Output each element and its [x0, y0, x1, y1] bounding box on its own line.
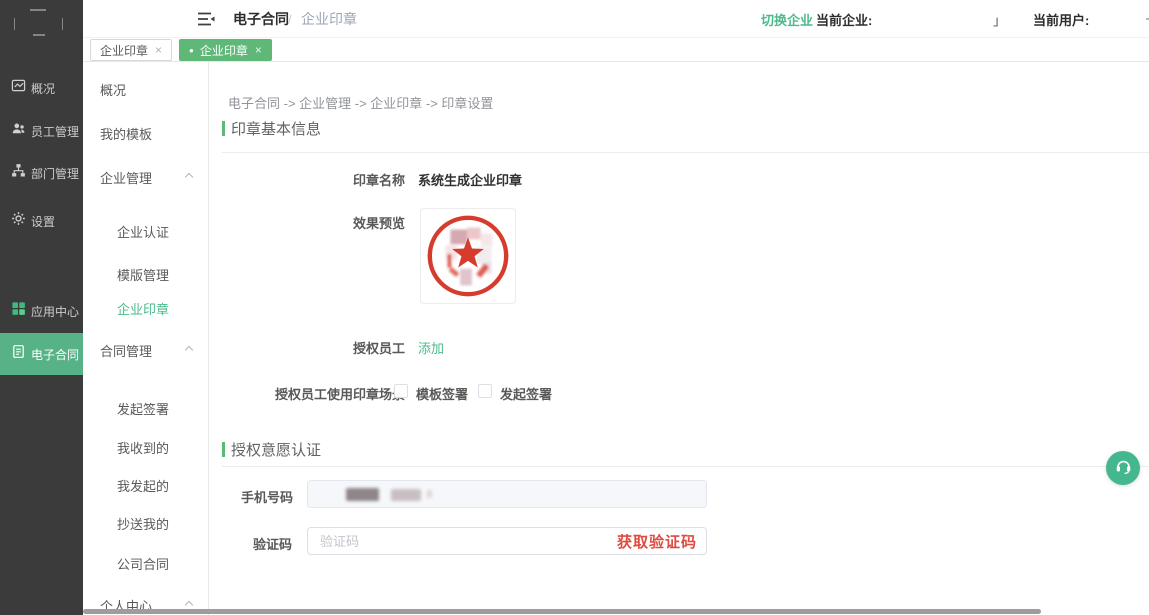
seal-preview-image	[420, 208, 516, 304]
active-tab-dot-icon: ●	[189, 46, 194, 55]
redacted-phone-value	[346, 488, 379, 501]
submenu-received[interactable]: 我收到的	[83, 438, 208, 456]
grid-icon	[11, 301, 26, 321]
switch-company-link[interactable]: 切换企业	[761, 0, 813, 38]
submenu-company-contracts[interactable]: 公司合同	[83, 554, 208, 572]
checkbox-initiate-sign[interactable]	[478, 384, 492, 398]
sidebar-item-department-management[interactable]: 部门管理	[0, 163, 83, 183]
redacted-phone-value	[427, 490, 432, 498]
section-title-seal-info: 印章基本信息	[231, 118, 321, 139]
breadcrumb-separator: /	[288, 0, 292, 38]
submenu-enterprise-management[interactable]: 企业管理	[83, 168, 208, 186]
company-seal-graphic	[421, 209, 515, 303]
breadcrumb-current-page: 企业印章	[301, 0, 357, 38]
verification-code-input[interactable]	[308, 534, 617, 549]
submenu-contract-management[interactable]: 合同管理	[83, 341, 208, 359]
section-divider	[222, 466, 1149, 467]
tab-bar: 企业印章 × ● 企业印章 ×	[83, 38, 1149, 62]
org-tree-icon	[11, 163, 26, 183]
phone-label: 手机号码	[230, 487, 293, 506]
header-app-title: 电子合同	[233, 0, 289, 38]
document-icon	[11, 344, 26, 364]
submenu-enterprise-auth[interactable]: 企业认证	[83, 222, 208, 240]
current-company-label: 当前企业:	[816, 0, 872, 38]
chevron-up-icon	[185, 601, 193, 609]
seal-scene-label: 授权员工使用印章场景	[230, 384, 405, 403]
photo-chart-icon	[11, 78, 26, 98]
seal-name-value: 系统生成企业印章	[418, 170, 522, 189]
section-divider	[222, 152, 1149, 153]
sidebar-item-staff-management[interactable]: 员工管理	[0, 121, 83, 141]
current-user-label: 当前用户:	[1033, 0, 1089, 38]
sidebar-item-e-contract[interactable]: 电子合同	[0, 333, 83, 375]
checkbox-initiate-sign-label[interactable]: 发起签署	[500, 384, 552, 403]
chevron-up-icon	[185, 346, 193, 354]
verification-code-field: 获取验证码	[307, 527, 707, 555]
redacted-company-name: 」	[993, 0, 1006, 38]
section-accent-bar	[222, 442, 225, 457]
submenu-overview[interactable]: 概况	[83, 80, 208, 98]
customer-service-button[interactable]	[1106, 451, 1140, 485]
sidebar-item-overview[interactable]: 概况	[0, 78, 83, 98]
horizontal-scrollbar[interactable]	[83, 609, 1041, 614]
tab-enterprise-seal-1[interactable]: 企业印章 ×	[90, 39, 172, 61]
submenu-initiated[interactable]: 我发起的	[83, 476, 208, 494]
code-label: 验证码	[240, 534, 292, 553]
checkbox-template-sign-label[interactable]: 模板签署	[416, 384, 468, 403]
authorized-staff-label: 授权员工	[255, 338, 405, 357]
section-accent-bar	[222, 121, 225, 136]
top-header: 电子合同 / 企业印章 切换企业 当前企业: 」 当前用户: ▾	[83, 0, 1149, 38]
submenu-enterprise-seal[interactable]: 企业印章	[83, 299, 208, 317]
add-staff-link[interactable]: 添加	[418, 338, 444, 357]
chevron-up-icon	[185, 173, 193, 181]
app-sidebar: 概况 员工管理 部门管理 设置 应用中心	[0, 0, 83, 615]
sidebar-item-settings[interactable]: 设置	[0, 211, 83, 231]
get-code-button[interactable]: 获取验证码	[617, 531, 706, 552]
collapse-menu-icon[interactable]	[198, 0, 215, 38]
submenu-initiate-sign[interactable]: 发起签署	[83, 399, 208, 417]
page-breadcrumb: 电子合同 -> 企业管理 -> 企业印章 -> 印章设置	[228, 93, 493, 112]
module-sidebar: 概况 我的模板 企业管理 企业认证 模版管理 企业印章 合同管理 发起签署 我收…	[83, 62, 209, 615]
headset-icon	[1114, 456, 1133, 480]
phone-number-input	[307, 480, 707, 508]
people-icon	[11, 121, 26, 141]
company-logo	[0, 0, 83, 38]
tab-enterprise-seal-2-active[interactable]: ● 企业印章 ×	[179, 39, 272, 61]
sidebar-item-app-center[interactable]: 应用中心	[0, 301, 83, 321]
section-title-auth-will: 授权意愿认证	[231, 439, 321, 460]
preview-label: 效果预览	[255, 213, 405, 232]
submenu-my-templates[interactable]: 我的模板	[83, 124, 208, 142]
app-root: 概况 员工管理 部门管理 设置 应用中心	[0, 0, 1149, 615]
close-tab-icon[interactable]: ×	[155, 43, 162, 57]
redacted-phone-value	[391, 489, 421, 501]
checkbox-template-sign[interactable]	[394, 384, 408, 398]
submenu-cc-me[interactable]: 抄送我的	[83, 514, 208, 532]
close-tab-icon[interactable]: ×	[255, 43, 262, 57]
gear-icon	[11, 211, 26, 231]
submenu-template-management[interactable]: 模版管理	[83, 265, 208, 283]
seal-name-label: 印章名称	[255, 170, 405, 189]
